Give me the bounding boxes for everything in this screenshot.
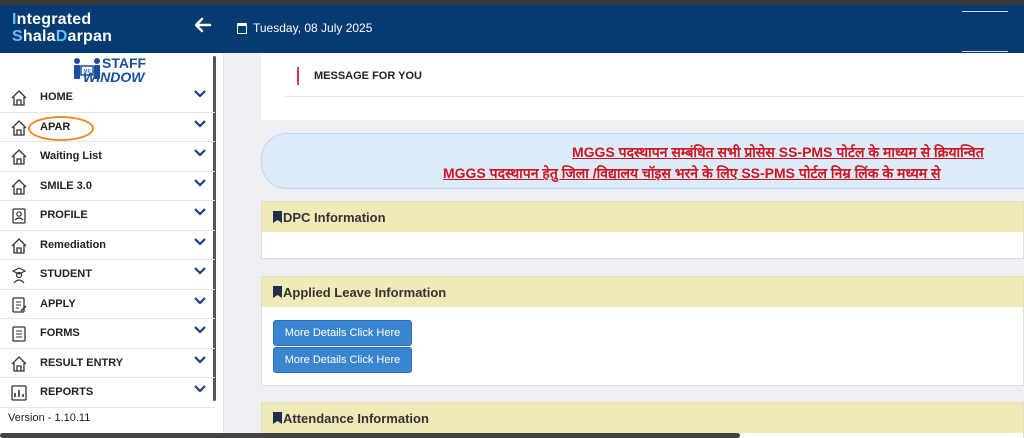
forms-icon <box>12 326 26 342</box>
bookmark-icon <box>273 211 282 223</box>
more-details-button[interactable]: More Details Click Here <box>273 320 412 346</box>
bookmark-icon <box>273 286 282 298</box>
notice-link-2[interactable]: MGGS पदस्थापन हेतु जिला /विद्यालय चॉइस भ… <box>443 164 940 183</box>
sidebar-item-reports[interactable]: REPORTS <box>0 378 215 408</box>
message-divider <box>285 96 1024 97</box>
home-icon <box>11 355 27 372</box>
chevron-down-icon <box>194 237 206 246</box>
message-card: MESSAGE FOR YOU <box>261 53 1024 120</box>
sidebar-item-apar[interactable]: APAR <box>0 113 215 142</box>
chevron-down-icon <box>194 385 206 393</box>
student-icon <box>11 267 27 284</box>
chevron-down-icon <box>194 296 206 305</box>
home-icon <box>11 237 27 254</box>
header-divider-bottom <box>962 51 1008 52</box>
attendance-card-header[interactable]: Attendance Information <box>262 403 1023 433</box>
top-header: Integrated ShalaDarpan Tuesday, 08 July … <box>0 5 1024 53</box>
chevron-down-icon <box>194 267 206 275</box>
message-title: MESSAGE FOR YOU <box>314 70 422 82</box>
app-logo[interactable]: Integrated ShalaDarpan <box>12 11 112 45</box>
sidebar-item-student[interactable]: STUDENT <box>0 260 215 290</box>
more-details-button-2[interactable]: More Details Click Here <box>273 347 412 373</box>
calendar-icon <box>237 22 247 34</box>
sidebar-item-result-entry[interactable]: RESULT ENTRY <box>0 349 215 378</box>
profile-icon <box>12 208 26 224</box>
highlight-circle <box>28 115 94 141</box>
sidebar-item-apply[interactable]: APPLY <box>0 290 215 319</box>
sidebar-menu: HOME APAR Waiting List SMILE 3.0 PROFILE… <box>0 83 215 408</box>
chevron-down-icon <box>194 326 206 334</box>
chevron-down-icon <box>194 119 206 128</box>
sidebar-item-forms[interactable]: FORMS <box>0 319 215 349</box>
sidebar-item-home[interactable]: HOME <box>0 83 215 113</box>
message-accent-bar <box>297 67 299 85</box>
applied-leave-card: Applied Leave Information More Details C… <box>261 276 1024 386</box>
version-label: Version - 1.10.11 <box>8 412 91 424</box>
reports-icon <box>11 385 27 401</box>
leave-card-header[interactable]: Applied Leave Information <box>262 277 1023 307</box>
home-icon <box>11 149 27 165</box>
notice-link-1[interactable]: MGGS पदस्थापन सम्बंधित सभी प्रोसेस SS-PM… <box>572 143 984 162</box>
sidebar-item-remediation[interactable]: Remediation <box>0 231 215 260</box>
header-divider-top <box>962 11 1008 12</box>
chevron-down-icon <box>194 355 206 364</box>
notice-banner: MGGS पदस्थापन सम्बंधित सभी प्रोसेस SS-PM… <box>261 133 1024 189</box>
main-content: MESSAGE FOR YOU MGGS पदस्थापन सम्बंधित स… <box>224 53 1024 438</box>
horizontal-scrollbar[interactable] <box>0 433 740 438</box>
chevron-down-icon <box>194 178 206 187</box>
apply-icon <box>12 296 27 313</box>
current-date: Tuesday, 08 July 2025 <box>237 21 372 35</box>
dpc-card-header[interactable]: DPC Information <box>262 202 1023 232</box>
bookmark-icon <box>273 412 282 424</box>
left-arrow-icon[interactable] <box>194 16 212 40</box>
sidebar-item-smile[interactable]: SMILE 3.0 <box>0 172 215 201</box>
home-icon <box>11 178 27 195</box>
chevron-down-icon <box>194 149 206 157</box>
chevron-down-icon <box>194 90 206 98</box>
sidebar-item-waiting-list[interactable]: Waiting List <box>0 142 215 172</box>
staff-window-logo: MP STAFF WINDOW <box>72 56 162 86</box>
dpc-information-card: DPC Information <box>261 201 1024 259</box>
sidebar-item-profile[interactable]: PROFILE <box>0 201 215 231</box>
home-icon <box>11 90 27 106</box>
home-icon <box>11 119 27 136</box>
chevron-down-icon <box>194 208 206 216</box>
sidebar: MP STAFF WINDOW HOME APAR Waiting List S… <box>0 53 224 438</box>
